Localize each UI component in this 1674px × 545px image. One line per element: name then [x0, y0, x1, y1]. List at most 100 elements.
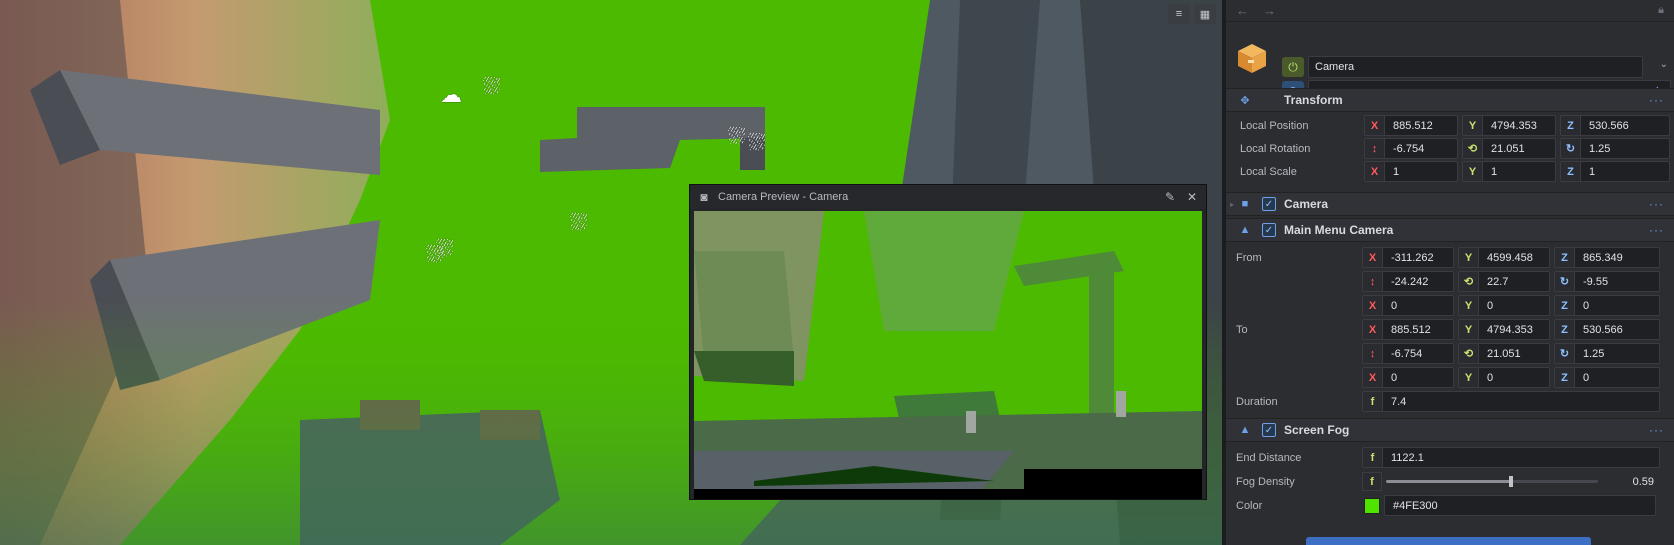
label: To [1236, 324, 1248, 336]
camera-enabled-checkbox[interactable]: ✓ [1262, 197, 1276, 211]
close-icon[interactable]: ✕ [1184, 190, 1200, 204]
color-hex-field[interactable]: #4FE300 [1384, 495, 1656, 516]
lock-icon[interactable]: 🔒︎ [1658, 4, 1664, 17]
rotation-y-field[interactable]: ⟲ 21.051 [1462, 138, 1556, 159]
value: 885.512 [1391, 323, 1431, 336]
to-extra-y-field[interactable]: Y0 [1458, 367, 1550, 388]
axis-y: Y [1459, 248, 1479, 267]
value: 22.7 [1487, 275, 1509, 288]
edit-icon[interactable]: ✎ [1162, 190, 1178, 204]
shapes-icon: ▲ [1239, 424, 1251, 436]
from-x-field[interactable]: X -311.262 [1362, 247, 1454, 268]
to-z-field[interactable]: Z 530.566 [1554, 319, 1660, 340]
forward-arrow-icon[interactable]: → [1263, 3, 1276, 18]
back-arrow-icon[interactable]: ← [1236, 3, 1249, 18]
scale-x-field[interactable]: X1 [1364, 161, 1458, 182]
section-title: Camera [1284, 197, 1329, 211]
scene-viewport[interactable]: ☁ ⛆ ⛆ ⛆ ⛆ ⛆ ⛆ ≡ ▦ ◙ Camera Preview - Cam… [0, 0, 1222, 545]
axis-z: Z [1555, 320, 1575, 339]
color-field[interactable]: #4FE300 [1362, 495, 1660, 516]
axis-z: Z [1555, 296, 1575, 315]
sliders-icon[interactable]: ≡ [1168, 4, 1190, 24]
row-to-rotation: ↕ -6.754 ⟲ 21.051 ↻ 1.25 [1226, 343, 1674, 365]
to-pitch-field[interactable]: ↕ -6.754 [1362, 343, 1454, 364]
value: -9.55 [1583, 275, 1609, 288]
entity-name-field[interactable]: Camera [1308, 56, 1643, 78]
row-from-extra: X0 Y0 Z0 [1226, 295, 1674, 317]
to-extra-z-field[interactable]: Z0 [1554, 367, 1660, 388]
cloud-sprite-icon: ☁ [440, 82, 462, 107]
more-icon[interactable]: ··· [1649, 197, 1664, 211]
value: 1122.1 [1391, 451, 1424, 464]
to-x-field[interactable]: X 885.512 [1362, 319, 1454, 340]
slider-track[interactable] [1386, 476, 1598, 487]
duration-field[interactable]: f 7.4 [1362, 391, 1660, 412]
position-y-field[interactable]: Y 4794.353 [1462, 115, 1556, 136]
value: -6.754 [1391, 347, 1423, 360]
value: -6.754 [1393, 142, 1425, 155]
section-screen-fog[interactable]: ▲ ✓ Screen Fog ··· [1226, 418, 1674, 442]
value: 0 [1391, 371, 1398, 384]
value: -24.242 [1391, 275, 1429, 288]
from-z-field[interactable]: Z 865.349 [1554, 247, 1660, 268]
rain-sprite-icon: ⛆ [748, 130, 766, 155]
to-y-field[interactable]: Y 4794.353 [1458, 319, 1550, 340]
move-icon: ✥ [1240, 94, 1250, 107]
to-yaw-field[interactable]: ⟲ 21.051 [1458, 343, 1550, 364]
grid-icon[interactable]: ▦ [1194, 4, 1216, 24]
fog-density-slider[interactable]: f 0.59 [1362, 471, 1660, 492]
end-distance-field[interactable]: f 1122.1 [1362, 447, 1660, 468]
more-icon[interactable]: ··· [1649, 423, 1664, 437]
to-extra-x-field[interactable]: X0 [1362, 367, 1454, 388]
from-extra-y-field[interactable]: Y0 [1458, 295, 1550, 316]
more-icon[interactable]: ··· [1649, 223, 1664, 237]
row-fog-density: Fog Density f 0.59 [1226, 471, 1674, 493]
section-main-menu-camera[interactable]: ▲ ✓ Main Menu Camera ··· [1226, 218, 1674, 242]
axis-x: X [1363, 368, 1383, 387]
from-pitch-field[interactable]: ↕ -24.242 [1362, 271, 1454, 292]
label: Fog Density [1236, 476, 1295, 488]
position-z-field[interactable]: Z 530.566 [1560, 115, 1670, 136]
value: #4FE300 [1393, 499, 1438, 512]
label: Local Position [1240, 120, 1309, 132]
section-camera[interactable]: ▸ ■ ✓ Camera ··· [1226, 192, 1674, 216]
add-component-button[interactable] [1306, 537, 1591, 545]
value: 0 [1487, 371, 1494, 384]
slider-fill [1386, 480, 1512, 483]
from-yaw-field[interactable]: ⟲ 22.7 [1458, 271, 1550, 292]
from-extra-x-field[interactable]: X0 [1362, 295, 1454, 316]
from-roll-field[interactable]: ↻ -9.55 [1554, 271, 1660, 292]
axis-x: X [1363, 320, 1383, 339]
axis-y: Y [1459, 368, 1479, 387]
camera-preview-header: ◙ Camera Preview - Camera ✎ ✕ [690, 185, 1206, 209]
position-x-field[interactable]: X 885.512 [1364, 115, 1458, 136]
main-menu-camera-enabled-checkbox[interactable]: ✓ [1262, 223, 1276, 237]
scale-y-field[interactable]: Y1 [1462, 161, 1556, 182]
slider-handle[interactable] [1509, 476, 1514, 487]
rotation-z-field[interactable]: ↻ 1.25 [1560, 138, 1670, 159]
from-y-field[interactable]: Y 4599.458 [1458, 247, 1550, 268]
value: 21.051 [1487, 347, 1521, 360]
editor-window: ☁ ⛆ ⛆ ⛆ ⛆ ⛆ ⛆ ≡ ▦ ◙ Camera Preview - Cam… [0, 0, 1674, 545]
to-roll-field[interactable]: ↻ 1.25 [1554, 343, 1660, 364]
section-transform[interactable]: ✥ Transform ··· [1226, 88, 1674, 112]
pitch-icon: ↕ [1363, 344, 1383, 363]
power-toggle-icon[interactable]: ⏻ [1282, 57, 1304, 77]
row-from-position: From X -311.262 Y 4599.458 Z 865.349 [1226, 247, 1674, 269]
more-icon[interactable]: ··· [1649, 93, 1664, 107]
axis-x: X [1365, 116, 1385, 135]
screen-fog-enabled-checkbox[interactable]: ✓ [1262, 423, 1276, 437]
value: 1.25 [1589, 142, 1611, 155]
color-swatch[interactable] [1364, 497, 1380, 514]
scale-z-field[interactable]: Z1 [1560, 161, 1670, 182]
axis-z: Z [1555, 368, 1575, 387]
chevron-down-icon[interactable]: ⌄ [1660, 59, 1668, 70]
expand-arrow-icon[interactable]: ▸ [1230, 200, 1234, 209]
pitch-icon: ↕ [1365, 139, 1385, 158]
rotation-x-field[interactable]: ↕ -6.754 [1364, 138, 1458, 159]
from-extra-z-field[interactable]: Z0 [1554, 295, 1660, 316]
camera-preview-window[interactable]: ◙ Camera Preview - Camera ✎ ✕ [689, 184, 1207, 500]
label: Color [1236, 500, 1263, 512]
rain-sprite-icon: ⛆ [728, 124, 746, 149]
pitch-icon: ↕ [1363, 272, 1383, 291]
